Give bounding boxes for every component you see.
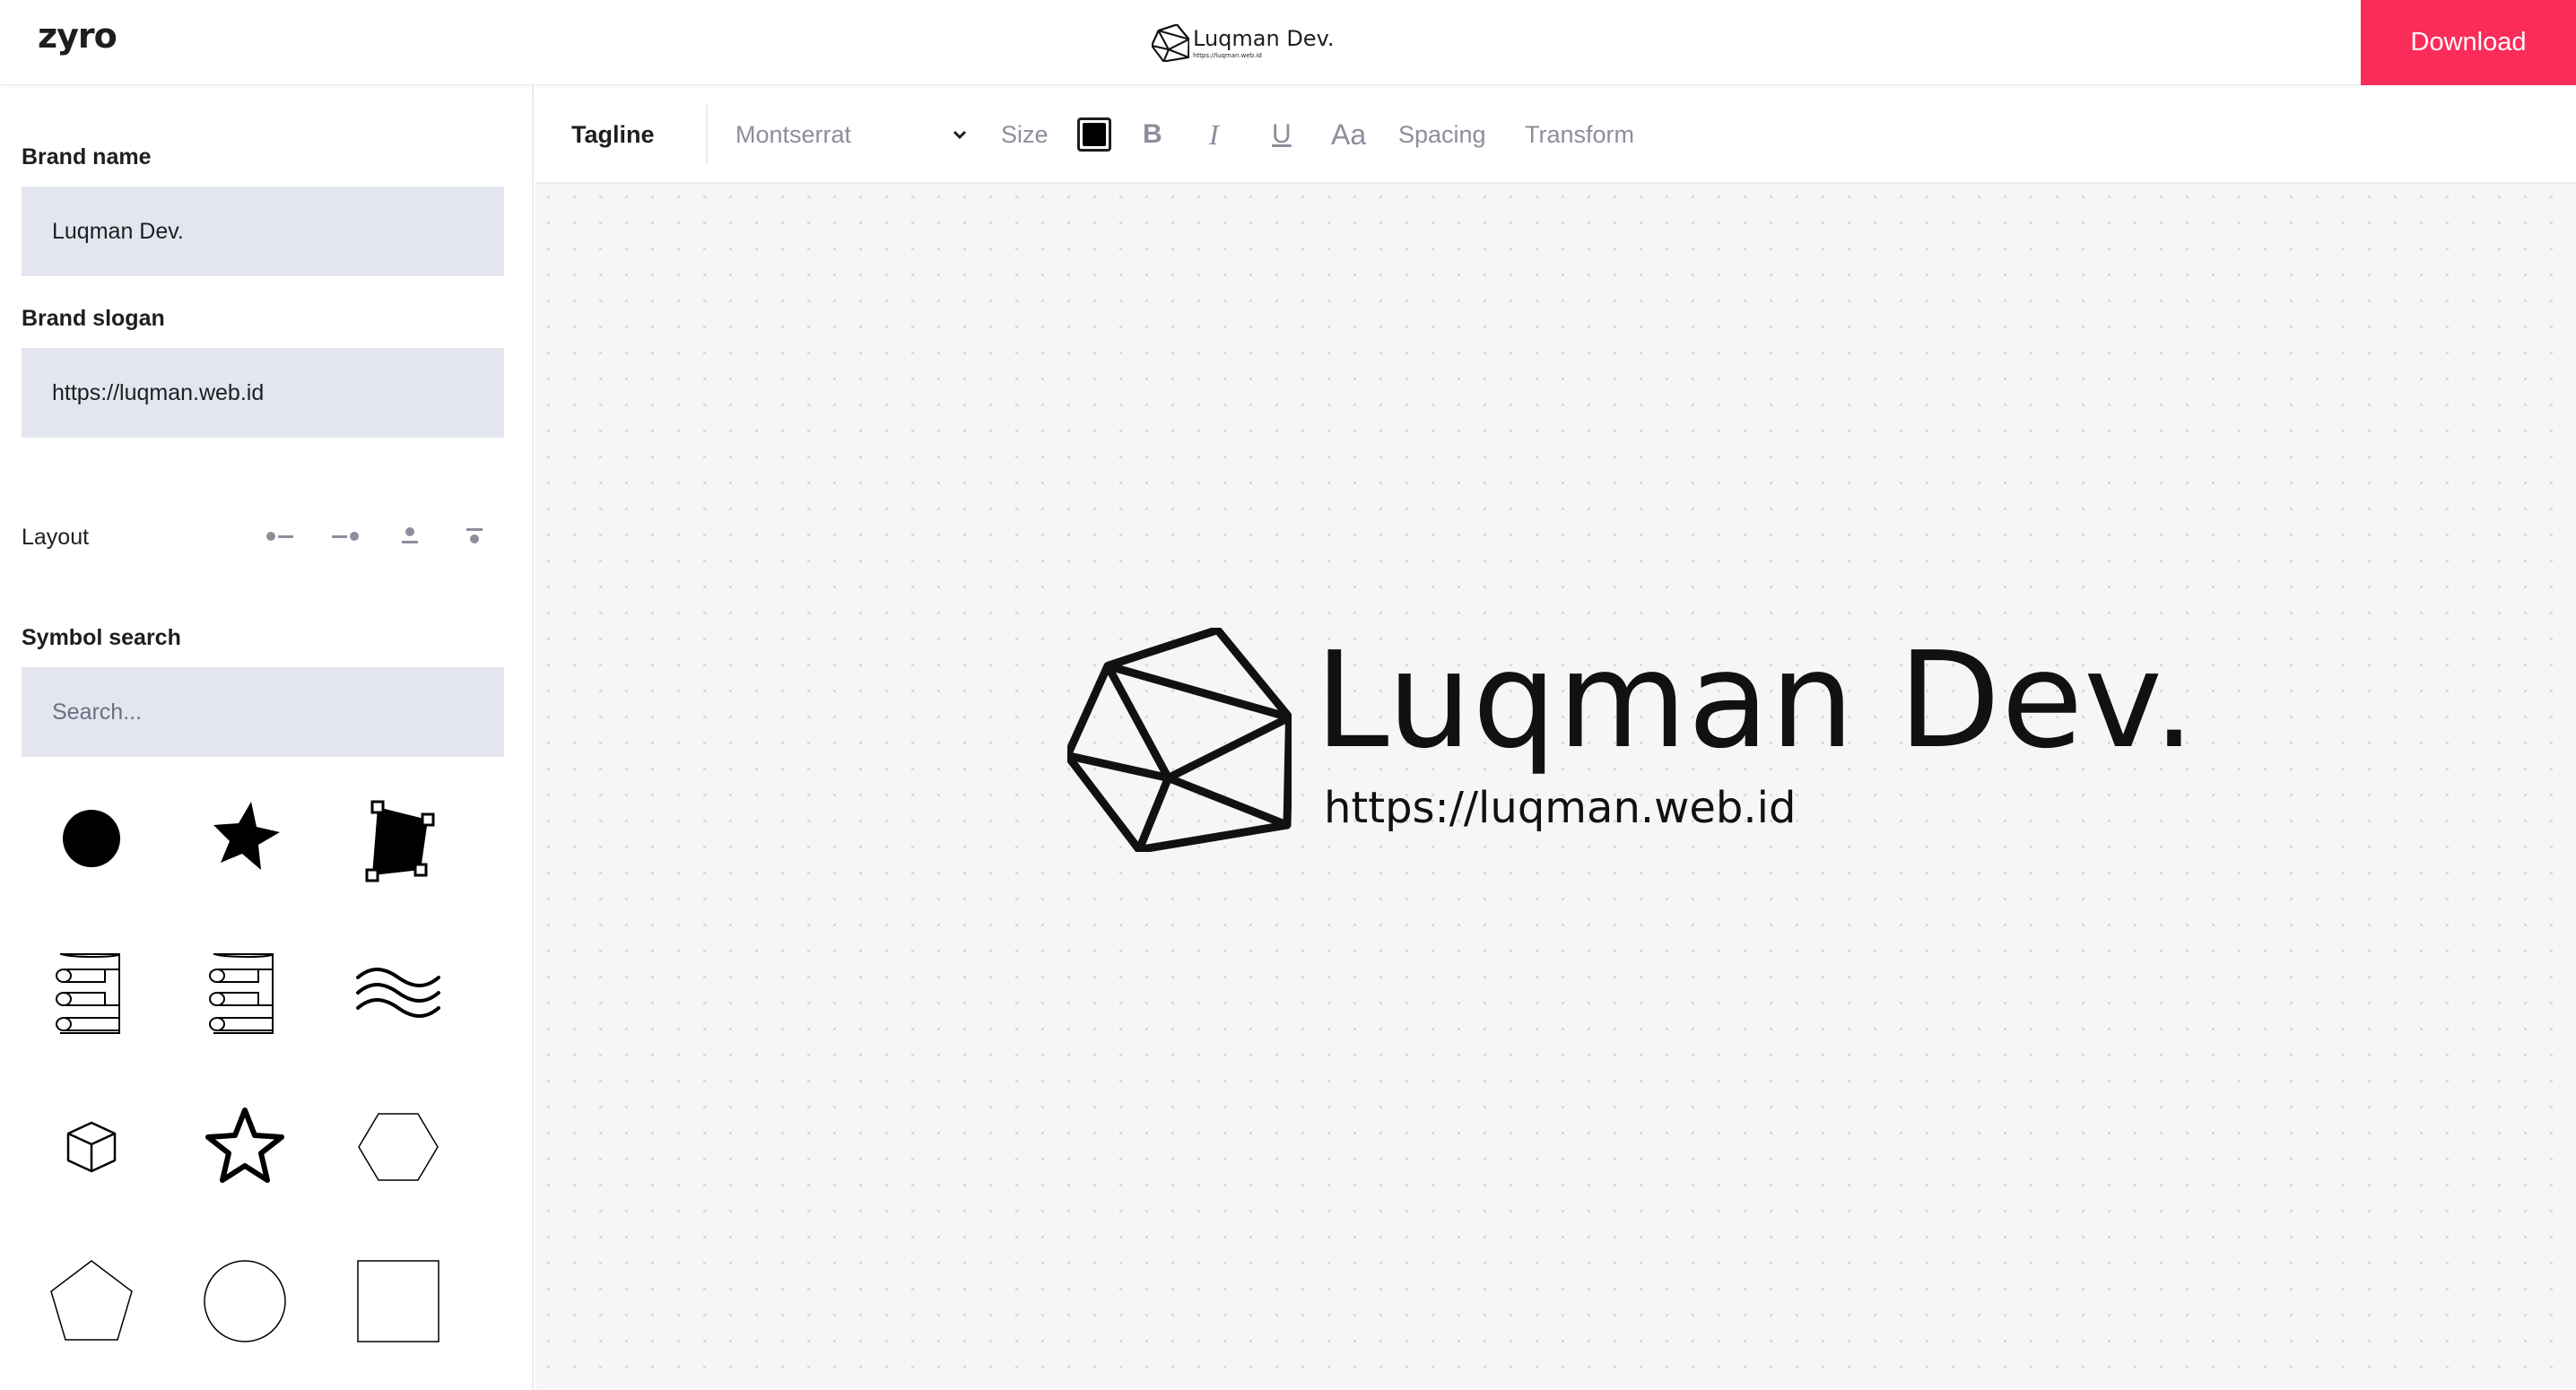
spacing-button[interactable]: Spacing (1398, 85, 1486, 184)
underline-button[interactable]: U (1272, 85, 1292, 184)
layout-icon-bottom-icon (466, 528, 483, 543)
square-outline-icon (357, 1260, 439, 1342)
brand-name-label: Brand name (22, 144, 152, 169)
color-swatch (1077, 117, 1111, 152)
layout-icon-bottom-option[interactable] (454, 516, 495, 557)
logo-preview[interactable]: Luqman Dev. https://luqman.web.id (1067, 628, 2196, 852)
logo-tagline[interactable]: https://luqman.web.id (1324, 786, 2196, 830)
brand-slogan-label: Brand slogan (22, 306, 165, 331)
transform-button[interactable]: Transform (1525, 85, 1634, 184)
symbol-square-outline[interactable] (344, 1247, 452, 1355)
letter-case-button[interactable]: Aa (1331, 85, 1366, 184)
sidebar: Brand name Brand slogan Layout Symbol se… (0, 85, 534, 1390)
header-preview-slogan: https://luqman.web.id (1193, 51, 1262, 59)
symbol-cube[interactable] (38, 1093, 145, 1201)
symbol-transform-square[interactable] (344, 785, 452, 892)
header-preview-name: Luqman Dev. (1193, 25, 1335, 51)
font-family-dropdown[interactable]: Montserrat (735, 85, 969, 184)
font-family-value: Montserrat (735, 120, 852, 148)
transform-square-icon (365, 800, 435, 882)
symbol-hexagon[interactable] (344, 1093, 452, 1201)
header-logo-preview: Luqman Dev. https://luqman.web.id (1152, 22, 1335, 65)
top-bar: zyro Luqman Dev. https://luqman.web.id D… (0, 0, 2576, 85)
layout-icon-left-option[interactable] (260, 516, 301, 557)
symbol-pentagon[interactable] (38, 1247, 145, 1355)
italic-button[interactable]: I (1209, 85, 1219, 184)
logo-brand-name[interactable]: Luqman Dev. (1315, 634, 2196, 767)
hexagon-icon (358, 1113, 439, 1181)
toolbar-divider (706, 105, 708, 164)
layout-icon-top-icon (402, 527, 418, 543)
symbol-search-label: Symbol search (22, 625, 181, 650)
symbol-filled-circle[interactable] (38, 785, 145, 892)
text-toolbar: Tagline Montserrat Size B I U Aa Spacing… (535, 85, 2576, 184)
cube-icon (66, 1121, 117, 1173)
bold-button[interactable]: B (1143, 85, 1162, 184)
font-size-control[interactable]: Size (1001, 85, 1049, 184)
symbol-filled-star[interactable] (191, 785, 299, 892)
toolbar-section-label[interactable]: Tagline (571, 85, 655, 184)
layout-icon-left-icon (266, 532, 293, 541)
layout-icon-right-icon (332, 532, 359, 541)
download-button[interactable]: Download (2361, 0, 2576, 85)
layout-icon-top-option[interactable] (389, 516, 431, 557)
brand-name-input[interactable] (22, 187, 504, 276)
symbol-search-input[interactable] (22, 667, 504, 757)
symbol-scroll-left[interactable] (38, 939, 145, 1047)
layout-label: Layout (22, 525, 90, 550)
icosahedron-icon (1152, 24, 1189, 62)
symbol-waves[interactable] (344, 939, 452, 1047)
brand-slogan-input[interactable] (22, 348, 504, 438)
logo-text-group: Luqman Dev. https://luqman.web.id (1315, 634, 2196, 830)
logo-canvas[interactable]: Luqman Dev. https://luqman.web.id (535, 184, 2576, 1390)
symbol-star-outline[interactable] (191, 1093, 299, 1201)
color-swatch-fill (1083, 123, 1106, 146)
star-outline-icon (205, 1108, 284, 1183)
icosahedron-logo-icon[interactable] (1067, 628, 1292, 852)
text-color-picker[interactable] (1077, 85, 1111, 184)
scroll-right-icon (209, 953, 274, 1034)
pentagon-icon (50, 1260, 133, 1341)
symbol-scroll-right[interactable] (191, 939, 299, 1047)
circle-outline-icon (204, 1260, 286, 1342)
filled-circle-icon (63, 810, 120, 867)
zyro-logo[interactable]: zyro (38, 16, 117, 56)
waves-icon (356, 968, 440, 1018)
filled-star-icon (213, 802, 280, 870)
symbol-circle-outline[interactable] (191, 1247, 299, 1355)
chevron-down-icon (953, 130, 967, 140)
scroll-left-icon (56, 953, 120, 1034)
layout-icon-right-option[interactable] (325, 516, 366, 557)
